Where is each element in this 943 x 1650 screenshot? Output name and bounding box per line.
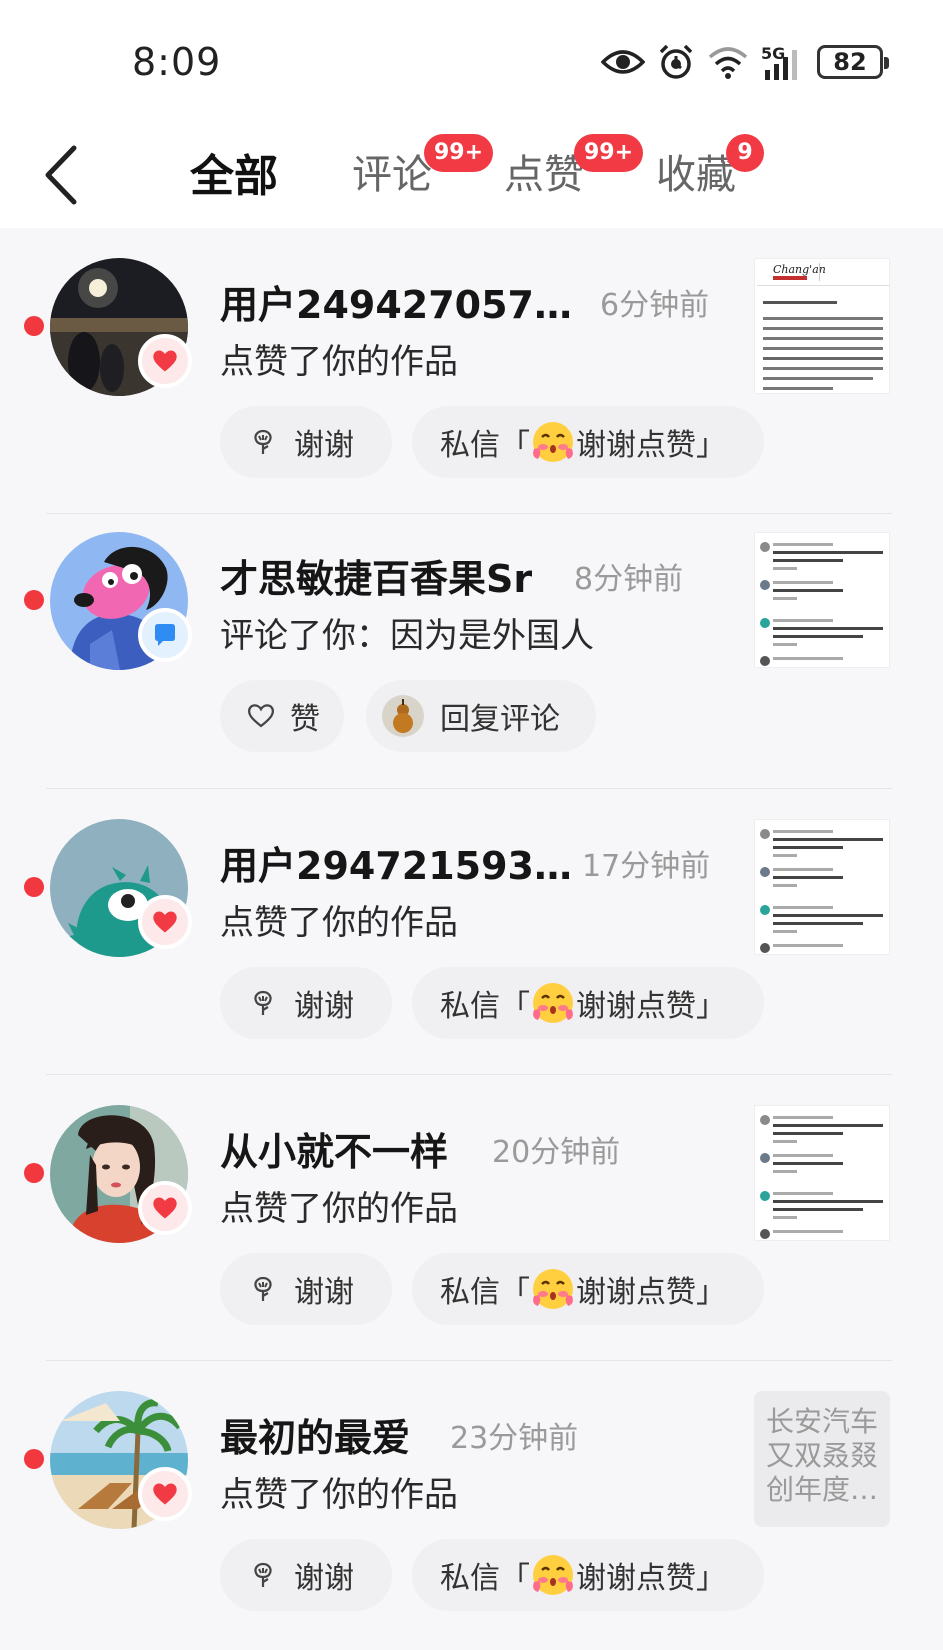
work-thumbnail[interactable]: Chang'an — [754, 258, 890, 394]
status-time: 8:09 — [132, 40, 222, 84]
reply-label: 回复评论 — [440, 702, 560, 737]
thanks-flower-icon — [248, 427, 278, 457]
gourd-avatar-icon — [382, 695, 424, 737]
dm-label-tail: 谢谢点赞」 — [576, 1275, 726, 1310]
like-label: 赞 — [290, 702, 320, 737]
blush-emoji-icon — [530, 419, 576, 465]
user-name[interactable]: 才思敏捷百香果Sr — [220, 548, 532, 603]
tab-comments[interactable]: 评论 — [352, 142, 432, 200]
thanks-flower-icon — [248, 1274, 278, 1304]
heart-icon — [151, 908, 179, 936]
comment-bubble-icon — [155, 624, 175, 646]
dm-thanks-button[interactable]: 私信「 谢谢点赞」 — [412, 967, 764, 1039]
timestamp: 17分钟前 — [582, 849, 711, 884]
notification-header: 全部 评论 99+ 点赞 99+ 收藏 9 — [0, 120, 943, 228]
notification-item[interactable]: 最初的最爱 23分钟前 点赞了你的作品 长安汽车又双叒叕创年度… 谢谢 私信「 … — [0, 1361, 943, 1647]
work-thumbnail-text[interactable]: 长安汽车又双叒叕创年度… — [754, 1391, 890, 1527]
unread-dot — [24, 316, 44, 336]
dm-label-tail: 谢谢点赞」 — [576, 1561, 726, 1596]
signal-icon: 5G — [761, 42, 805, 82]
battery-level: 82 — [833, 48, 867, 76]
user-name[interactable]: 用户249427057… — [220, 274, 572, 329]
user-name[interactable]: 从小就不一样 — [220, 1121, 448, 1176]
user-name[interactable]: 用户294721593… — [220, 835, 572, 890]
thanks-button[interactable]: 谢谢 — [220, 1539, 392, 1611]
work-thumbnail[interactable] — [754, 1105, 890, 1241]
notification-item[interactable]: 用户249427057… 6分钟前 点赞了你的作品 Chang'an 谢谢 私信… — [0, 228, 943, 514]
like-comment-button[interactable]: 赞 — [220, 680, 344, 752]
thanks-flower-icon — [248, 1560, 278, 1590]
heart-icon — [151, 1194, 179, 1222]
status-bar: 8:09 5G 82 — [0, 0, 943, 120]
action-text: 点赞了你的作品 — [220, 342, 458, 382]
heart-icon — [151, 1480, 179, 1508]
dm-label: 私信「 — [440, 1561, 530, 1596]
thanks-label: 谢谢 — [294, 1275, 354, 1310]
tab-badge: 99+ — [574, 134, 644, 172]
action-text: 点赞了你的作品 — [220, 1475, 458, 1515]
timestamp: 23分钟前 — [450, 1421, 579, 1456]
battery-icon: 82 — [817, 45, 889, 79]
wifi-icon — [708, 47, 748, 79]
action-text: 点赞了你的作品 — [220, 903, 458, 943]
tab-label: 评论 — [352, 152, 432, 198]
thanks-button[interactable]: 谢谢 — [220, 967, 392, 1039]
blush-emoji-icon — [530, 980, 576, 1026]
tab-badge: 9 — [726, 134, 764, 172]
chevron-left-icon[interactable] — [38, 140, 88, 210]
user-name[interactable]: 最初的最爱 — [220, 1407, 410, 1462]
tab-label: 全部 — [190, 151, 278, 202]
unread-dot — [24, 590, 44, 610]
dm-label: 私信「 — [440, 1275, 530, 1310]
work-thumbnail[interactable] — [754, 532, 890, 668]
status-icons: 5G 82 — [601, 40, 889, 84]
dm-label-tail: 谢谢点赞」 — [576, 428, 726, 463]
eye-icon — [601, 50, 645, 74]
blush-emoji-icon — [530, 1552, 576, 1598]
timestamp: 8分钟前 — [574, 562, 684, 597]
timestamp: 6分钟前 — [600, 288, 710, 323]
thanks-button[interactable]: 谢谢 — [220, 406, 392, 478]
action-text: 点赞了你的作品 — [220, 1189, 458, 1229]
dm-label-tail: 谢谢点赞」 — [576, 989, 726, 1024]
like-badge — [138, 895, 192, 949]
unread-dot — [24, 877, 44, 897]
tab-favorites[interactable]: 收藏 — [656, 142, 736, 200]
tab-label: 收藏 — [656, 152, 736, 198]
action-text: 评论了你：因为是外国人 — [220, 616, 594, 656]
notification-item[interactable]: 从小就不一样 20分钟前 点赞了你的作品 谢谢 私信「 谢谢点赞」 — [0, 1075, 943, 1361]
alarm-icon — [659, 44, 693, 79]
like-badge — [138, 1467, 192, 1521]
like-badge — [138, 1181, 192, 1235]
notification-item[interactable]: 才思敏捷百香果Sr 8分钟前 评论了你：因为是外国人 赞 回复评论 — [0, 514, 943, 789]
notification-item[interactable]: 用户294721593… 17分钟前 点赞了你的作品 谢谢 私信「 谢谢点赞」 — [0, 789, 943, 1075]
heart-outline-icon — [247, 704, 275, 728]
dm-thanks-button[interactable]: 私信「 谢谢点赞」 — [412, 406, 764, 478]
heart-icon — [151, 347, 179, 375]
reply-comment-button[interactable]: 回复评论 — [366, 680, 596, 752]
thanks-button[interactable]: 谢谢 — [220, 1253, 392, 1325]
thumb-brand: Chang'an — [773, 263, 826, 276]
thanks-label: 谢谢 — [294, 989, 354, 1024]
like-badge — [138, 334, 192, 388]
timestamp: 20分钟前 — [492, 1135, 621, 1170]
thanks-label: 谢谢 — [294, 1561, 354, 1596]
comment-badge — [138, 608, 192, 662]
dm-label: 私信「 — [440, 428, 530, 463]
unread-dot — [24, 1449, 44, 1469]
thanks-flower-icon — [248, 988, 278, 1018]
unread-dot — [24, 1163, 44, 1183]
dm-label: 私信「 — [440, 989, 530, 1024]
dm-thanks-button[interactable]: 私信「 谢谢点赞」 — [412, 1253, 764, 1325]
tab-badge: 99+ — [424, 134, 494, 172]
blush-emoji-icon — [530, 1266, 576, 1312]
thanks-label: 谢谢 — [294, 428, 354, 463]
notification-list: 用户249427057… 6分钟前 点赞了你的作品 Chang'an 谢谢 私信… — [0, 228, 943, 1647]
tab-label: 点赞 — [504, 152, 584, 198]
tab-all[interactable]: 全部 — [190, 140, 278, 204]
tab-likes[interactable]: 点赞 — [504, 142, 584, 200]
work-thumbnail[interactable] — [754, 819, 890, 955]
dm-thanks-button[interactable]: 私信「 谢谢点赞」 — [412, 1539, 764, 1611]
